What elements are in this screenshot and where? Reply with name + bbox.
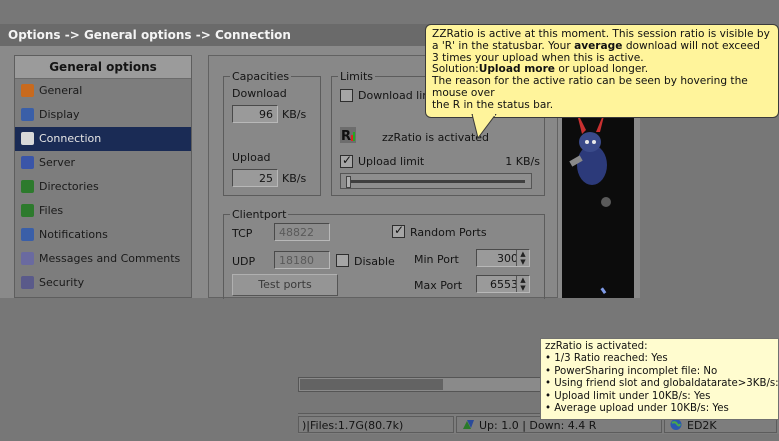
- tooltip-line: a 'R' in the statusbar. Your average dow…: [432, 39, 760, 52]
- random-ports-checkbox[interactable]: [392, 223, 405, 238]
- disable-udp-checkbox[interactable]: [336, 254, 349, 267]
- download-capacity-label: Download: [232, 87, 287, 100]
- tooltip-status-line: • Using friend slot and globaldatarate>3…: [545, 378, 779, 390]
- capacities-group: Capacities Download 96 KB/s Upload 25 KB…: [223, 70, 321, 196]
- options-nav: General options General Display Connection…: [14, 55, 192, 298]
- min-port-label: Min Port: [414, 253, 459, 266]
- download-limit-checkbox[interactable]: [340, 89, 353, 102]
- upload-capacity-label: Upload: [232, 151, 271, 164]
- disable-label: Disable: [354, 255, 395, 268]
- sidebar-item-label: Files: [39, 204, 64, 217]
- monitor-icon: [21, 108, 34, 121]
- udp-label: UDP: [232, 255, 256, 268]
- zzratio-icon: R: [340, 127, 356, 144]
- upload-limit-slider[interactable]: [340, 173, 532, 189]
- zzratio-status-tooltip: zzRatio is activated: • 1/3 Ratio reache…: [540, 338, 779, 420]
- tcp-label: TCP: [232, 227, 253, 240]
- messages-icon: [21, 252, 34, 265]
- sidebar-item-label: Messages and Comments: [39, 252, 181, 265]
- zzratio-info-tooltip: ZZRatio is active at this moment. This s…: [425, 24, 779, 118]
- sidebar-item-directories[interactable]: Directories: [15, 175, 191, 199]
- sidebar-item-label: Security: [39, 276, 85, 289]
- tcp-port-input[interactable]: 48822: [274, 223, 330, 241]
- notification-icon: [21, 228, 34, 241]
- download-capacity-input[interactable]: 96: [232, 105, 278, 123]
- progress-fill: [300, 379, 444, 390]
- sidebar-item-server[interactable]: Server: [15, 151, 191, 175]
- tooltip-status-line: • 1/3 Ratio reached: Yes: [545, 353, 668, 365]
- tooltip-pointer: [471, 114, 497, 140]
- tooltip-line: The reason for the active ratio can be s…: [432, 75, 748, 99]
- slider-track: [347, 180, 525, 183]
- tooltip-line: the R in the status bar.: [432, 98, 554, 111]
- server-icon: [21, 156, 34, 169]
- tooltip-status-line: • Upload limit under 10KB/s: Yes: [545, 390, 711, 402]
- clientport-group: Clientport TCP 48822 UDP 18180 Disable R…: [223, 208, 545, 299]
- sidebar-item-files[interactable]: Files: [15, 199, 191, 223]
- sidebar-item-notifications[interactable]: Notifications: [15, 223, 191, 247]
- max-port-spinner[interactable]: ▲ ▼: [516, 276, 529, 292]
- upload-capacity-input[interactable]: 25: [232, 169, 278, 187]
- status-network-text: ED2K: [687, 419, 717, 432]
- status-updown-text: Up: 1.0 | Down: 4.4 R: [479, 419, 597, 432]
- sidebar-item-label: Display: [39, 108, 80, 121]
- sidebar-item-label: Server: [39, 156, 76, 169]
- upload-limit-value: 1 KB/s: [505, 155, 540, 168]
- tooltip-lines: • 1/3 Ratio reached: Yes • PowerSharing i…: [545, 353, 779, 415]
- gear-icon: [21, 84, 34, 97]
- nav-header: General options: [15, 56, 191, 79]
- sidebar-item-label: General: [39, 84, 83, 97]
- upload-limit-label: Upload limit: [358, 155, 425, 168]
- tooltip-header: zzRatio is activated:: [545, 341, 648, 352]
- upload-capacity-unit: KB/s: [282, 172, 307, 185]
- mascot-banner: [562, 100, 634, 298]
- status-files: )|Files:1.7G(80.7k): [298, 416, 454, 433]
- udp-port-input[interactable]: 18180: [274, 251, 330, 269]
- sidebar-item-label: Directories: [39, 180, 99, 193]
- sidebar-item-label: Connection: [39, 132, 102, 145]
- upload-limit-checkbox[interactable]: [340, 153, 353, 168]
- files-icon: [21, 204, 34, 217]
- sidebar-item-general[interactable]: General: [15, 79, 191, 103]
- limits-title: Limits: [338, 70, 375, 83]
- tooltip-status-line: • PowerSharing incomplet file: No: [545, 365, 718, 377]
- mascot-image: [562, 100, 634, 298]
- random-ports-label: Random Ports: [410, 226, 487, 239]
- transfer-arrows-icon: [463, 420, 474, 429]
- sidebar-item-display[interactable]: Display: [15, 103, 191, 127]
- sidebar-item-connection[interactable]: Connection: [15, 127, 191, 151]
- download-capacity-unit: KB/s: [282, 108, 307, 121]
- clientport-title: Clientport: [230, 208, 289, 221]
- security-icon: [21, 276, 34, 289]
- folder-icon: [21, 180, 34, 193]
- nav-items: General Display Connection Server Directorie…: [15, 79, 191, 295]
- tooltip-status-line: • Average upload under 10KB/s: Yes: [545, 403, 729, 415]
- slider-knob[interactable]: [346, 176, 351, 188]
- svg-text:R: R: [341, 129, 351, 143]
- capacities-title: Capacities: [230, 70, 292, 83]
- max-port-label: Max Port: [414, 279, 463, 292]
- test-ports-button[interactable]: Test ports: [232, 274, 338, 296]
- sidebar-item-messages-and-comments[interactable]: Messages and Comments: [15, 247, 191, 271]
- connection-icon: [21, 132, 34, 145]
- sidebar-item-security[interactable]: Security: [15, 271, 191, 295]
- sidebar-item-label: Notifications: [39, 228, 108, 241]
- min-port-spinner[interactable]: ▲ ▼: [516, 250, 529, 266]
